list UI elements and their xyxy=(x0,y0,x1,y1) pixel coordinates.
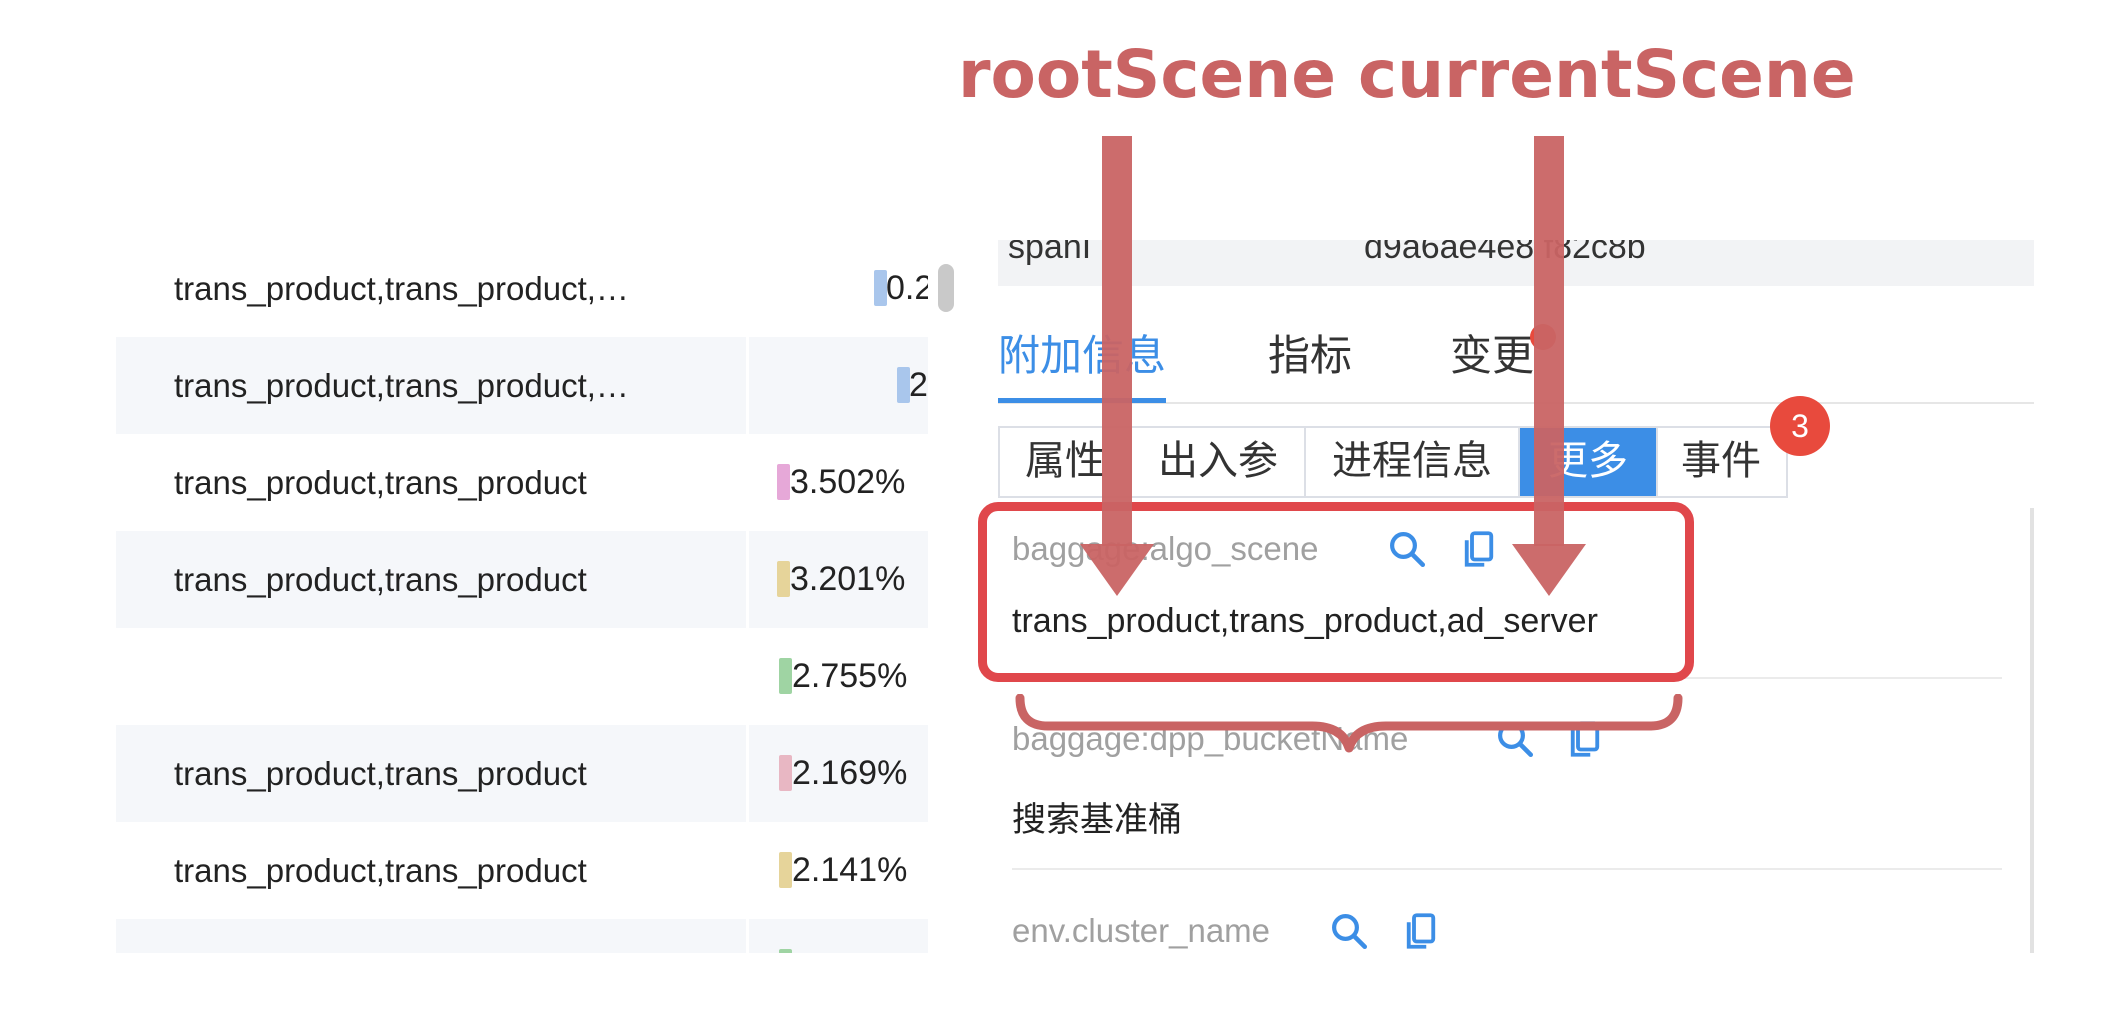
row-scene-name: trans_product,trans_product xyxy=(174,561,587,598)
table-row[interactable]: 0.209% xyxy=(116,919,928,953)
column-divider xyxy=(746,434,749,531)
column-divider xyxy=(746,919,749,953)
column-divider xyxy=(746,337,749,434)
row-scene-name: trans_product,trans_product xyxy=(174,464,587,501)
row-percent: 2.755% xyxy=(792,657,908,695)
root-scene-arrow xyxy=(1080,136,1154,596)
subtab-process-info[interactable]: 进程信息 xyxy=(1306,428,1520,496)
table-row[interactable]: trans_product,trans_product 2.169% xyxy=(116,725,928,822)
row-percent: 2 xyxy=(909,366,928,404)
table-row[interactable]: trans_product,trans_product,… 2 xyxy=(116,337,928,434)
table-row[interactable]: trans_product,trans_product 3.502% xyxy=(116,434,928,531)
row-percent: 3.502% xyxy=(790,463,906,501)
table-row[interactable]: trans_product,trans_product 2.141% xyxy=(116,822,928,919)
table-scrollbar[interactable] xyxy=(938,264,954,312)
percent-bar xyxy=(777,561,790,597)
row-percent: 0.209% xyxy=(792,919,907,953)
table-row[interactable]: trans_product,trans_product 3.201% xyxy=(116,531,928,628)
field-key-cluster-name: env.cluster_name xyxy=(1012,912,1271,949)
column-divider xyxy=(746,240,749,337)
column-divider xyxy=(746,822,749,919)
row-percent: 3.201% xyxy=(790,560,906,598)
events-count-badge: 3 xyxy=(1770,396,1830,456)
search-icon[interactable] xyxy=(1328,910,1370,952)
percent-bar xyxy=(779,658,792,694)
table-row[interactable]: trans_product,trans_product,… 0.2 xyxy=(116,240,928,337)
panel-scrollbar-track[interactable] xyxy=(2030,508,2034,953)
field-value-bucket-name: 搜索基准桶 xyxy=(1012,801,1182,839)
tab-metrics[interactable]: 指标 xyxy=(1268,320,1352,398)
percent-bar xyxy=(777,464,790,500)
row-scene-name: trans_product,trans_product xyxy=(174,755,587,792)
scene-percentage-table: trans_product,trans_product,… 0.2 trans_… xyxy=(116,240,928,953)
current-scene-arrow xyxy=(1512,136,1586,596)
percent-bar xyxy=(779,949,792,953)
column-divider xyxy=(746,628,749,725)
row-percent: 2.169% xyxy=(792,754,908,792)
algo-scene-brace xyxy=(1015,694,1683,753)
row-percent: 0.2 xyxy=(886,269,928,307)
row-scene-name: trans_product,trans_product,… xyxy=(174,270,629,307)
root-scene-label: rootScene xyxy=(958,36,1336,113)
row-scene-name: trans_product,trans_product,… xyxy=(174,367,629,404)
current-scene-label: currentScene xyxy=(1358,36,1856,113)
row-scene-name: trans_product,trans_product xyxy=(174,852,587,889)
table-row[interactable]: 2.755% xyxy=(116,628,928,725)
subtab-events[interactable]: 事件 xyxy=(1658,428,1784,496)
column-divider xyxy=(746,725,749,822)
row-percent: 2.141% xyxy=(792,851,908,889)
percent-bar xyxy=(779,852,792,888)
column-divider xyxy=(746,531,749,628)
copy-icon[interactable] xyxy=(1400,910,1442,952)
percent-bar xyxy=(779,755,792,791)
field-divider xyxy=(1012,868,2002,870)
